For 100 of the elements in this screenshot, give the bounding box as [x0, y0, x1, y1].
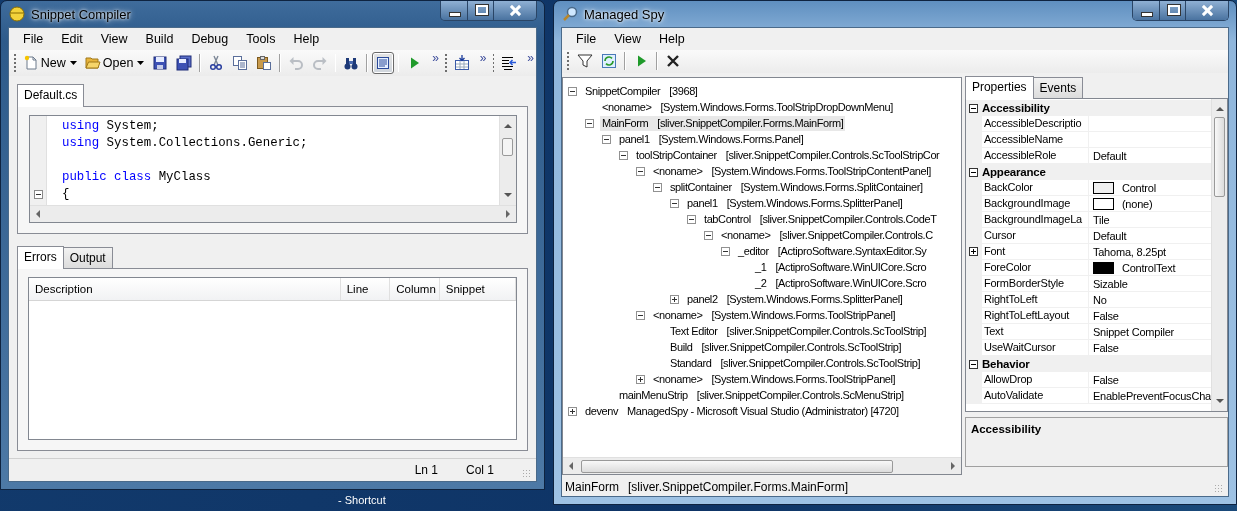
property-name[interactable]: AllowDrop [981, 372, 1089, 388]
menu-item[interactable]: View [91, 30, 137, 48]
collapse-icon[interactable] [602, 134, 611, 144]
property-value[interactable]: Tile [1092, 213, 1110, 226]
property-value[interactable]: EnablePreventFocusCha [1092, 389, 1211, 402]
tree-item[interactable]: SnippetCompiler [3968] [583, 83, 700, 99]
collapse-icon[interactable] [568, 86, 577, 96]
close-button[interactable] [1185, 1, 1228, 20]
collapse-icon[interactable] [968, 167, 978, 177]
property-value[interactable]: Control [1121, 181, 1156, 194]
collapse-icon[interactable] [636, 310, 645, 320]
tree-item[interactable]: Standard [sliver.SnippetCompiler.Controls.ScToolStrip] [668, 355, 923, 371]
view-button[interactable] [371, 52, 394, 74]
menu-item[interactable]: Build [136, 30, 183, 48]
minimize-button[interactable] [1133, 1, 1159, 20]
tree-item[interactable]: _2 [ActiproSoftware.WinUICore.Scro [753, 275, 929, 291]
collapse-icon[interactable] [670, 198, 679, 208]
horizontal-scrollbar[interactable] [563, 457, 961, 475]
property-value[interactable]: Default [1092, 149, 1127, 162]
collapse-icon[interactable] [585, 118, 594, 128]
property-value[interactable]: Tahoma, 8.25pt [1092, 245, 1166, 258]
menu-item[interactable]: View [605, 29, 651, 48]
property-name[interactable]: Text [981, 324, 1089, 340]
overflow-button[interactable]: » [522, 51, 536, 65]
expand-icon[interactable] [568, 406, 577, 416]
property-value[interactable]: Snippet Compiler [1092, 325, 1175, 338]
overflow-button[interactable]: » [427, 51, 442, 65]
tree-item[interactable]: Build [sliver.SnippetCompiler.Controls.ScToolStrip] [668, 339, 904, 355]
tree-item[interactable]: splitContainer [System.Windows.Forms.SplitContainer] [668, 179, 925, 195]
tree-item[interactable]: mainMenuStrip [sliver.SnippetCompiler.Controls.ScMenuStrip] [617, 387, 906, 403]
vertical-scrollbar[interactable] [1211, 99, 1227, 412]
property-name[interactable]: AccessibleRole [981, 148, 1089, 164]
vertical-scrollbar[interactable] [499, 116, 516, 205]
horizontal-scrollbar[interactable] [30, 205, 516, 222]
menu-item[interactable]: Help [284, 30, 329, 48]
expand-icon[interactable] [670, 294, 679, 304]
property-name[interactable]: AccessibleName [981, 132, 1089, 148]
new-button[interactable]: New [19, 52, 80, 74]
code-editor[interactable]: using System; using System.Collections.Generic; public class MyClass { [29, 115, 517, 223]
property-name[interactable]: ForeColor [981, 260, 1089, 276]
properties-tab[interactable]: Events [1032, 77, 1084, 99]
property-value[interactable]: Default [1092, 229, 1127, 242]
tree-item[interactable]: <noname> [System.Windows.Forms.ToolStripPanel] [651, 307, 898, 323]
collapse-icon[interactable] [619, 150, 628, 160]
tree-item[interactable]: MainForm [sliver.SnippetCompiler.Forms.MainForm] [600, 115, 846, 131]
property-name[interactable]: AccessibleDescriptio [981, 116, 1089, 132]
menu-item[interactable]: Edit [52, 30, 92, 48]
close-button[interactable] [493, 1, 536, 20]
collapse-icon[interactable] [721, 246, 730, 256]
tree-item[interactable]: panel1 [System.Windows.Forms.Panel] [617, 131, 806, 147]
minimize-button[interactable] [441, 1, 467, 20]
menu-item[interactable]: Debug [182, 30, 238, 48]
tree-item[interactable]: <noname> [System.Windows.Forms.ToolStripContentPanel] [651, 163, 933, 179]
collapse-icon[interactable] [968, 103, 978, 113]
menu-item[interactable]: File [14, 30, 53, 48]
collapse-icon[interactable] [687, 214, 696, 224]
overflow-button[interactable]: » [474, 51, 489, 65]
collapse-icon[interactable] [968, 359, 978, 369]
tree-item[interactable]: toolStripContainer [sliver.SnippetCompiler.Controls.ScToolStripCor [634, 147, 942, 163]
tree-item[interactable]: panel2 [System.Windows.Forms.SplitterPanel] [685, 291, 905, 307]
column-header[interactable]: Description [29, 278, 341, 301]
panel-tab[interactable]: Errors [17, 246, 64, 270]
document-tab[interactable]: Default.cs [17, 84, 85, 107]
tree-item[interactable]: Text Editor [sliver.SnippetCompiler.Controls.ScToolStrip] [668, 323, 929, 339]
maximize-button[interactable] [467, 1, 493, 20]
tree-item[interactable]: panel1 [System.Windows.Forms.SplitterPanel] [685, 195, 905, 211]
tree-item[interactable]: tabControl [sliver.SnippetCompiler.Controls.CodeT [702, 211, 939, 227]
property-value[interactable]: Sizable [1092, 277, 1128, 290]
tree-item[interactable]: devenv ManagedSpy - Microsoft Visual Studio (Administrator) [4720] [583, 403, 901, 419]
tree-item[interactable]: <noname> [System.Windows.Forms.ToolStripPanel] [651, 371, 898, 387]
expand-icon[interactable] [636, 374, 645, 384]
property-value[interactable]: False [1092, 341, 1119, 354]
collapse-icon[interactable] [704, 230, 713, 240]
property-value[interactable]: ControlText [1121, 261, 1176, 274]
tree-item[interactable]: <noname> [System.Windows.Forms.ToolStripDropDownMenu] [600, 99, 895, 115]
column-header[interactable]: Snippet [439, 278, 516, 301]
property-name[interactable]: BackgroundImage [981, 196, 1089, 212]
property-name[interactable]: Font [981, 244, 1089, 260]
menu-item[interactable]: Help [650, 29, 694, 48]
expand-icon[interactable] [968, 247, 978, 257]
property-name[interactable]: FormBorderStyle [981, 276, 1089, 292]
desktop-icon-label[interactable]: - Shortcut [338, 494, 386, 506]
property-name[interactable]: RightToLeftLayout [981, 308, 1089, 324]
property-name[interactable]: AutoValidate [981, 388, 1089, 404]
property-name[interactable]: BackColor [981, 180, 1089, 196]
menu-item[interactable]: File [567, 29, 606, 48]
property-value[interactable]: False [1092, 309, 1119, 322]
property-name[interactable]: BackgroundImageLa [981, 212, 1089, 228]
collapse-icon[interactable] [653, 182, 662, 192]
open-button[interactable]: Open [81, 52, 148, 74]
tree-item[interactable]: _1 [ActiproSoftware.WinUICore.Scro [753, 259, 929, 275]
tree-item[interactable]: _editor [ActiproSoftware.SyntaxEditor.Sy [736, 243, 929, 259]
properties-tab[interactable]: Properties [964, 76, 1034, 100]
collapse-icon[interactable] [33, 190, 43, 199]
maximize-button[interactable] [1159, 1, 1185, 20]
column-header[interactable]: Line [340, 278, 391, 301]
property-name[interactable]: RightToLeft [981, 292, 1089, 308]
collapse-icon[interactable] [636, 166, 645, 176]
panel-tab[interactable]: Output [62, 247, 113, 269]
tree-item[interactable]: <noname> [sliver.SnippetCompiler.Controls.C [719, 227, 935, 243]
